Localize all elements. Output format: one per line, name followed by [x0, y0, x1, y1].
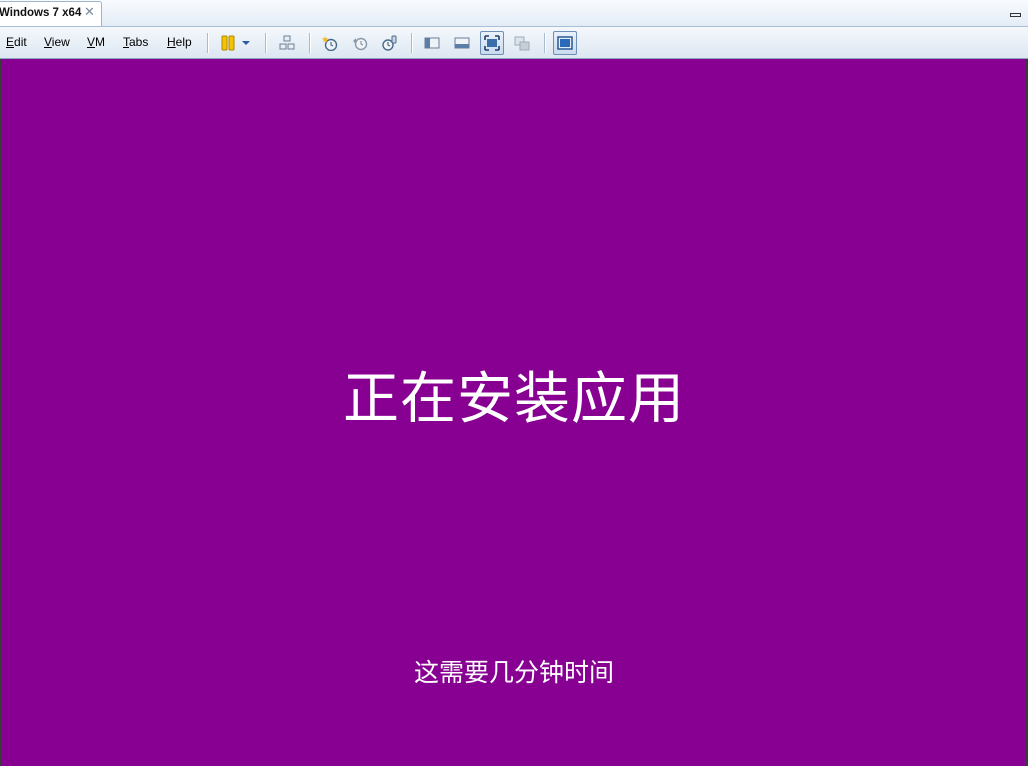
full-screen-icon[interactable]: [480, 31, 504, 55]
vm-tab[interactable]: Windows 7 x64 ✕: [0, 1, 102, 26]
vm-tab-bar: Windows 7 x64 ✕: [0, 0, 1028, 27]
dropdown-arrow-icon[interactable]: [238, 31, 254, 55]
take-snapshot-icon[interactable]: [318, 31, 342, 55]
toolbar-separator: [544, 33, 545, 53]
pause-icon[interactable]: [216, 31, 240, 55]
menu-help[interactable]: Help: [167, 35, 192, 49]
menu-toolbar: Edit View VM Tabs Help: [0, 27, 1028, 59]
menu-edit[interactable]: Edit: [6, 35, 27, 49]
menu-view[interactable]: View: [44, 35, 70, 49]
minimize-icon[interactable]: [1008, 6, 1024, 20]
close-tab-icon[interactable]: ✕: [84, 5, 95, 21]
menu-tabs[interactable]: Tabs: [123, 35, 148, 49]
vm-console-screen[interactable]: 正在安装应用 这需要几分钟时间: [0, 59, 1028, 766]
console-view-icon[interactable]: [553, 31, 577, 55]
show-library-icon[interactable]: [420, 31, 444, 55]
install-status-subtitle: 这需要几分钟时间: [413, 658, 614, 687]
snapshot-manager-icon[interactable]: [377, 31, 401, 55]
toolbar-separator: [411, 33, 412, 53]
unity-icon[interactable]: [510, 31, 534, 55]
toolbar-separator: [207, 33, 208, 53]
toolbar-separator: [265, 33, 266, 53]
vm-tab-title: Windows 7 x64: [0, 7, 82, 19]
menu-vm[interactable]: VM: [87, 35, 105, 49]
send-ctrl-alt-del-icon[interactable]: [275, 31, 299, 55]
toolbar-separator: [309, 33, 310, 53]
revert-snapshot-icon[interactable]: [348, 31, 372, 55]
thumbnail-bar-icon[interactable]: [450, 31, 474, 55]
install-status-title: 正在安装应用: [343, 367, 685, 432]
